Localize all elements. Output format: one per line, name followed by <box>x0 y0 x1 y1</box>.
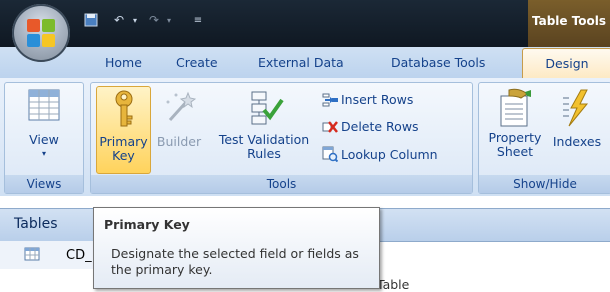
tooltip: Primary Key Designate the selected field… <box>93 207 380 289</box>
indexes-button[interactable]: Indexes <box>549 88 605 149</box>
property-sheet-icon <box>500 88 531 127</box>
contextual-tab-group: Table Tools <box>528 0 610 47</box>
test-validation-label-1: Test Validation <box>218 132 310 147</box>
undo-icon[interactable]: ↶ <box>108 9 130 31</box>
lookup-column-icon <box>322 146 338 162</box>
magic-wand-icon <box>166 91 197 122</box>
primary-key-label-1: Primary <box>99 134 148 149</box>
property-sheet-label-1: Property <box>488 130 542 145</box>
builder-label: Builder <box>156 134 202 149</box>
tab-database-tools[interactable]: Database Tools <box>391 55 485 70</box>
indexes-icon <box>563 89 589 127</box>
office-button[interactable] <box>12 4 70 62</box>
tab-design[interactable]: Design <box>522 48 610 79</box>
indexes-label: Indexes <box>552 134 602 149</box>
datasheet-view-icon <box>28 89 60 121</box>
chevron-down-icon: ▾ <box>41 149 46 158</box>
primary-key-label-2: Key <box>112 148 135 163</box>
test-validation-rules-button[interactable]: Test Validation Rules <box>208 90 320 161</box>
delete-rows-button[interactable]: Delete Rows <box>322 119 419 134</box>
view-button-label: View <box>29 132 59 147</box>
contextual-tab-label: Table Tools <box>531 14 607 28</box>
group-show-hide-label: Show/Hide <box>479 175 610 193</box>
office-logo-icon <box>27 19 55 47</box>
lookup-column-label: Lookup Column <box>341 146 438 162</box>
tab-create[interactable]: Create <box>176 55 218 70</box>
redo-icon[interactable]: ↷ <box>144 9 164 31</box>
validation-check-icon <box>251 91 284 125</box>
property-sheet-label-2: Sheet <box>496 144 534 159</box>
group-tools-label: Tools <box>91 175 472 193</box>
undo-dropdown-icon[interactable]: ▾ <box>130 9 140 31</box>
insert-rows-label: Insert Rows <box>341 92 414 107</box>
tooltip-body: Designate the selected field or fields a… <box>111 246 359 277</box>
background-table-text: Table <box>377 277 410 292</box>
delete-rows-label: Delete Rows <box>341 119 419 134</box>
tab-external-data[interactable]: External Data <box>258 55 344 70</box>
tooltip-title: Primary Key <box>104 217 190 232</box>
lookup-column-button[interactable]: Lookup Column <box>322 146 438 162</box>
group-views-label: Views <box>5 175 83 193</box>
navigation-pane-title[interactable]: Tables <box>14 216 58 232</box>
insert-rows-icon <box>322 93 338 106</box>
nav-item-label: CD_ <box>66 248 92 263</box>
insert-rows-button[interactable]: Insert Rows <box>322 92 413 107</box>
table-icon <box>24 247 40 261</box>
delete-rows-icon <box>322 120 338 133</box>
property-sheet-button[interactable]: Property Sheet <box>482 88 548 159</box>
key-icon <box>115 90 132 127</box>
view-button[interactable]: View ▾ <box>14 88 74 161</box>
save-icon[interactable] <box>82 9 100 31</box>
builder-button[interactable]: Builder <box>150 90 208 149</box>
redo-dropdown-icon[interactable]: ▾ <box>164 9 174 31</box>
primary-key-content: Primary Key <box>96 90 151 163</box>
tab-design-label: Design <box>545 56 589 71</box>
test-validation-label-2: Rules <box>247 146 281 161</box>
tab-home[interactable]: Home <box>105 55 142 70</box>
customize-qat-icon[interactable]: ≡ <box>190 9 206 31</box>
